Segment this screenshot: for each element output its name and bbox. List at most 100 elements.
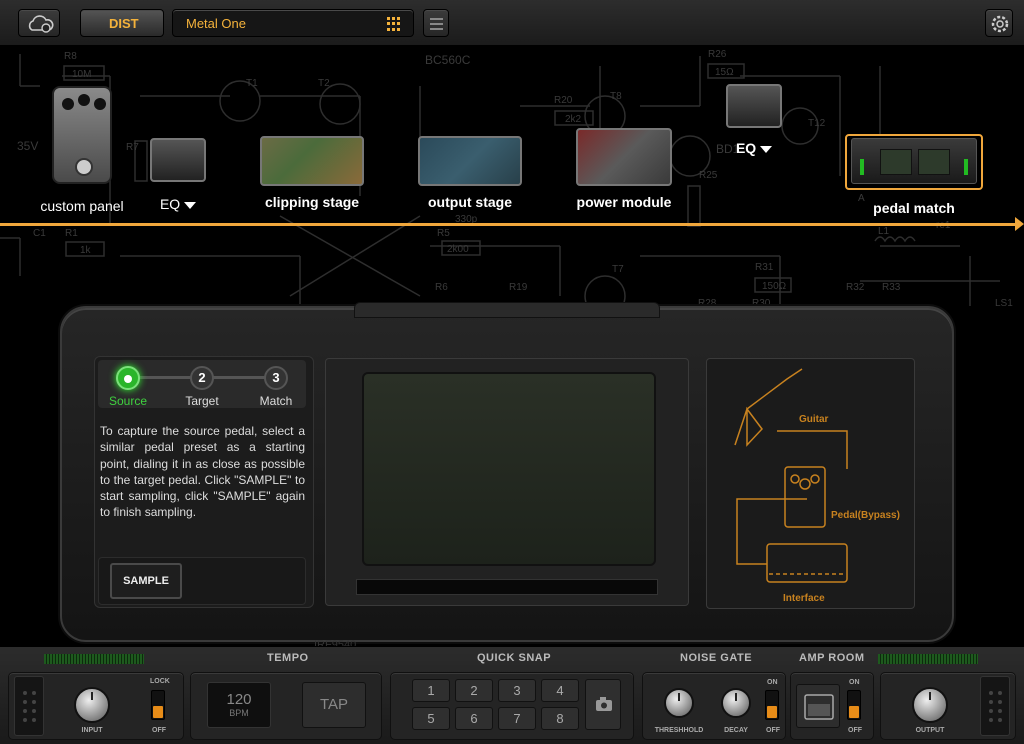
chain-eq-1[interactable]: EQ (148, 138, 208, 212)
step-source[interactable] (116, 366, 140, 390)
threshold-knob[interactable] (664, 688, 694, 718)
step-source-label: Source (108, 394, 148, 408)
gate-off-label: OFF (766, 727, 780, 734)
amproom-toggle[interactable] (847, 690, 861, 720)
schem-t2: T2 (318, 78, 330, 89)
preset-grid-icon[interactable] (387, 17, 401, 31)
chain-power-module[interactable]: power module (564, 128, 684, 210)
gate-on-label: ON (767, 679, 778, 686)
decay-label: DECAY (724, 727, 748, 734)
schem-r1: R1 (65, 228, 78, 239)
amp-icon (804, 694, 834, 720)
circuit-board-icon (260, 136, 364, 186)
category-label: DIST (109, 16, 139, 31)
decay-knob[interactable] (721, 688, 751, 718)
schem-r31v: 150Ω (762, 281, 787, 292)
interface-label: Interface (783, 593, 825, 604)
step-target-label: Target (185, 394, 219, 408)
custom-panel-label: custom panel (40, 198, 124, 214)
output-meter (878, 654, 978, 664)
step-active-dot (124, 374, 132, 383)
instructions-text: To capture the source pedal, select a si… (100, 424, 305, 520)
amproom-button[interactable] (796, 684, 840, 728)
snap-5[interactable]: 5 (412, 707, 450, 730)
display-status-bar (356, 579, 658, 595)
output-jack-icon (980, 676, 1010, 736)
amproom-title: AMP ROOM (799, 652, 865, 664)
signal-chain: R8 10M BC560C T1 T2 T8 T12 R20 2k2 R26 1… (0, 46, 1024, 306)
input-label: INPUT (81, 727, 103, 734)
pedal-match-module-icon (851, 138, 977, 184)
signal-line (0, 223, 1018, 226)
schem-t12: T12 (808, 118, 826, 129)
case-handle (354, 302, 660, 318)
schem-r5: R5 (437, 228, 450, 239)
chain-output-stage[interactable]: output stage (406, 136, 534, 210)
schem-c1: C1 (33, 228, 46, 239)
lock-toggle[interactable] (151, 690, 165, 720)
cloud-button[interactable] (18, 9, 60, 37)
signal-arrow-icon (1015, 217, 1024, 231)
schem-r32: R32 (846, 282, 865, 293)
schem-r26: R26 (708, 49, 727, 60)
schem-r6: R6 (435, 282, 448, 293)
menu-button[interactable] (423, 9, 449, 37)
schem-r28: R28 (698, 298, 717, 306)
settings-button[interactable] (985, 9, 1013, 37)
schem-ls1: LS1 (995, 298, 1013, 306)
bpm-unit: BPM (229, 708, 249, 718)
sample-button[interactable]: SAMPLE (110, 563, 182, 599)
snap-8[interactable]: 8 (541, 707, 579, 730)
connection-diagram: Guitar Pedal(Bypass) Interface (706, 358, 915, 609)
schem-t1: T1 (246, 78, 258, 89)
preset-selector[interactable]: Metal One (172, 9, 414, 37)
bpm-display[interactable]: 120 BPM (207, 682, 271, 728)
snap-2[interactable]: 2 (455, 679, 493, 702)
snap-3[interactable]: 3 (498, 679, 536, 702)
snap-1[interactable]: 1 (412, 679, 450, 702)
lock-label: LOCK (150, 678, 170, 685)
tempo-title: TEMPO (267, 652, 309, 664)
schem-r8v: 10M (72, 69, 91, 80)
input-knob[interactable] (74, 687, 110, 723)
schem-r26v: 15Ω (715, 67, 734, 78)
connection-diagram-lines (734, 368, 848, 583)
preset-name: Metal One (186, 16, 246, 31)
tap-button[interactable]: TAP (302, 682, 366, 728)
cloud-icon (28, 15, 54, 33)
snap-7[interactable]: 7 (498, 707, 536, 730)
eq-2-label: EQ (724, 140, 784, 156)
output-knob[interactable] (912, 687, 948, 723)
stompbox-icon (52, 86, 112, 184)
schem-l1: L1 (878, 226, 890, 237)
chain-custom-panel[interactable]: custom panel (30, 86, 134, 214)
threshold-label: THRESHHOLD (654, 727, 704, 734)
input-meter (44, 654, 144, 664)
category-button[interactable]: DIST (80, 9, 164, 37)
chevron-down-icon (184, 201, 197, 209)
noisegate-toggle[interactable] (765, 690, 779, 720)
top-bar: DIST Metal One (0, 0, 1024, 46)
schem-r30: R30 (752, 298, 771, 306)
display-screen (362, 372, 656, 566)
guitar-label: Guitar (799, 414, 829, 425)
schem-r8: R8 (64, 51, 77, 62)
amproom-on-label: ON (849, 679, 860, 686)
bpm-value: 120 (226, 691, 252, 708)
step-match[interactable]: 3 (264, 366, 288, 390)
chain-clipping-stage[interactable]: clipping stage (248, 136, 376, 210)
gear-icon (991, 15, 1009, 33)
output-stage-label: output stage (428, 194, 512, 210)
step-match-label: Match (259, 394, 293, 408)
chain-eq-2[interactable]: EQ (724, 84, 784, 156)
chain-pedal-match[interactable]: pedal match (845, 138, 983, 216)
schem-r1v: 1k (80, 245, 92, 256)
step-target[interactable]: 2 (190, 366, 214, 390)
quicksnap-title: QUICK SNAP (477, 652, 552, 664)
snapshot-button[interactable] (585, 679, 621, 730)
circuit-board-icon (418, 136, 522, 186)
snap-4[interactable]: 4 (541, 679, 579, 702)
schem-r19: R19 (509, 282, 528, 293)
snap-6[interactable]: 6 (455, 707, 493, 730)
power-module-label: power module (576, 194, 672, 210)
